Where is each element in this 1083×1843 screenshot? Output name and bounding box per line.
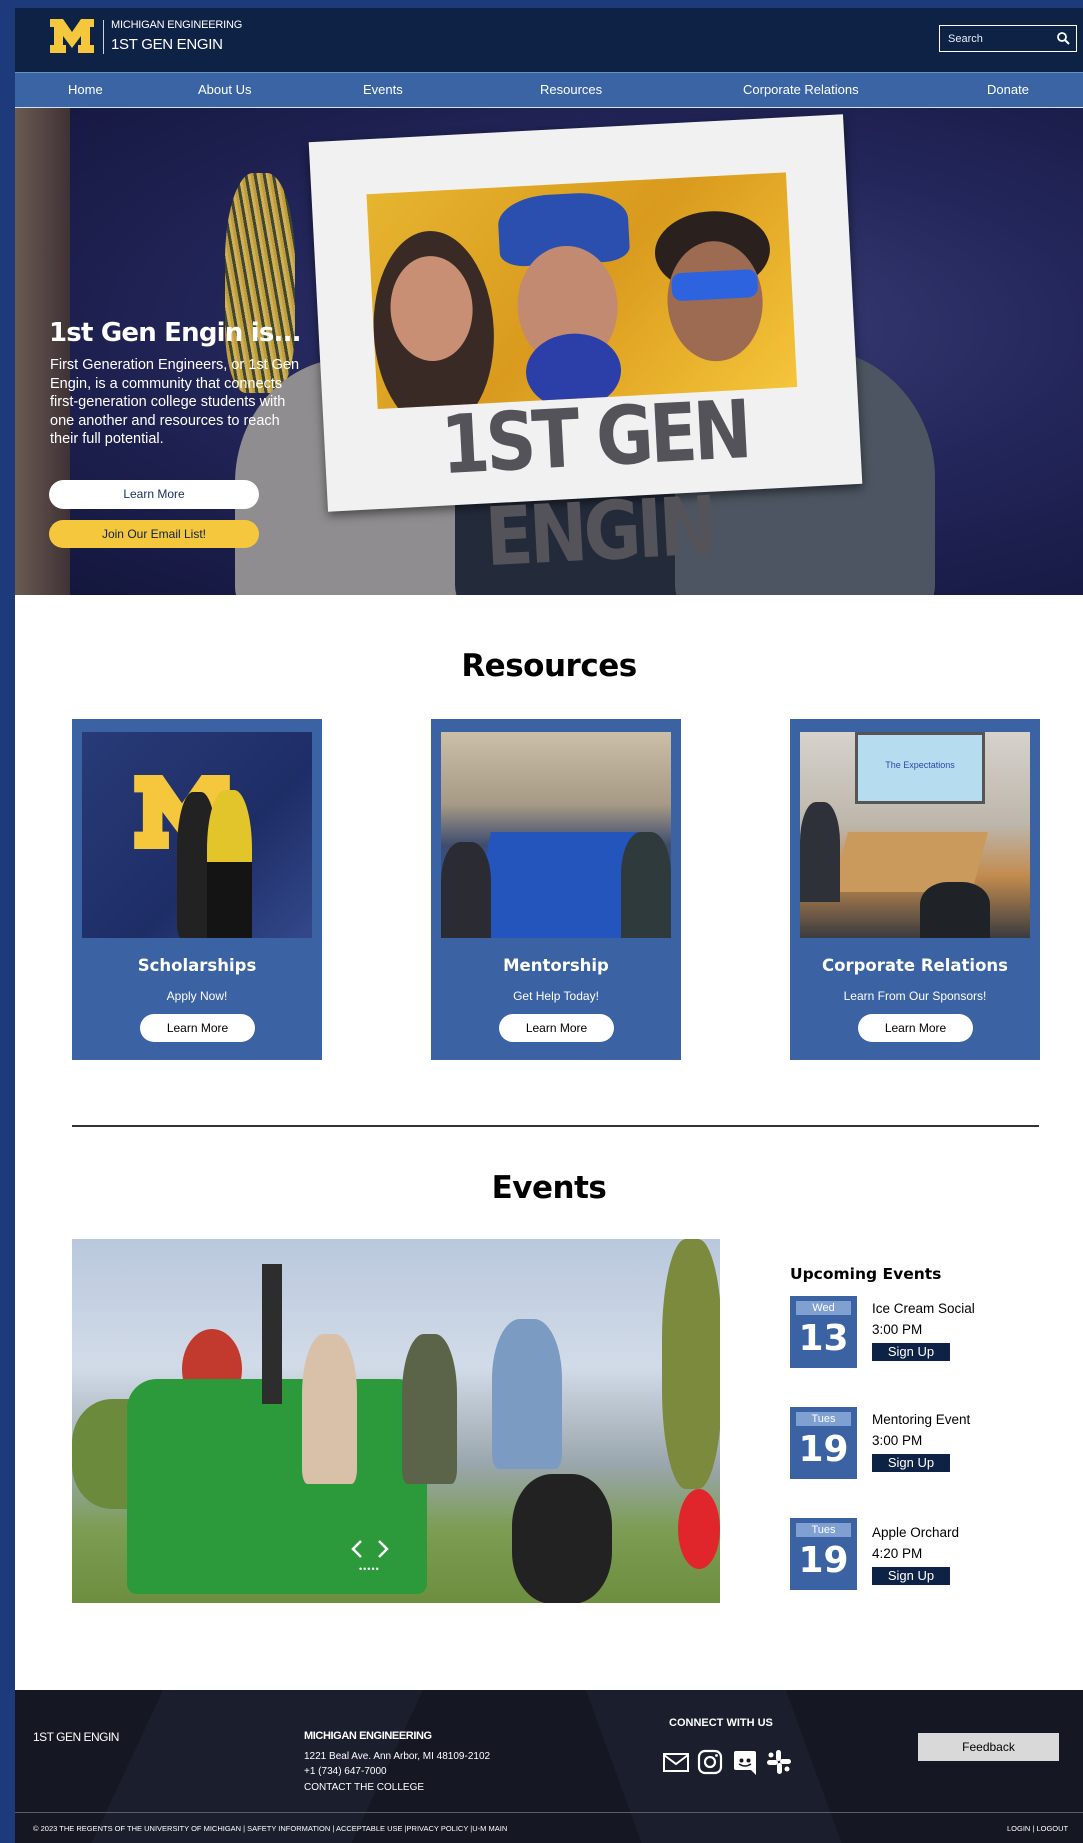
tractor-body — [127, 1379, 427, 1594]
hero-banner: 1ST GEN ENGIN 1st Gen Engin is... First … — [15, 108, 1083, 595]
page: MICHIGAN ENGINEERING 1ST GEN ENGIN Home … — [15, 8, 1083, 1843]
nav-corporate-relations[interactable]: Corporate Relations — [743, 82, 859, 97]
tractor-rear-wheel — [512, 1474, 612, 1603]
card-subtitle: Get Help Today! — [513, 989, 599, 1003]
block-m-logo[interactable] — [49, 18, 95, 54]
frame-prop-text: 1ST GEN ENGIN — [438, 382, 751, 585]
footer-address: 1221 Beal Ave. Ann Arbor, MI 48109-2102 — [304, 1751, 491, 1762]
event-date: 19 — [798, 1540, 849, 1581]
nav-resources[interactable]: Resources — [540, 82, 602, 97]
apple-orchard-sign-up-button[interactable]: Sign Up — [872, 1567, 950, 1585]
nav-donate[interactable]: Donate — [987, 82, 1029, 97]
nav-events[interactable]: Events — [363, 82, 403, 97]
carousel-next-icon[interactable] — [375, 1539, 391, 1559]
instagram-icon[interactable] — [696, 1748, 724, 1776]
student-middle — [402, 1334, 457, 1484]
event-time: 3:00 PM — [872, 1433, 923, 1448]
footer-bg-shape — [88, 1690, 442, 1843]
event-name: Mentoring Event — [872, 1412, 971, 1427]
search-icon[interactable] — [1056, 31, 1070, 45]
logo-text-site: 1ST GEN ENGIN — [111, 36, 223, 53]
mail-icon[interactable] — [662, 1748, 690, 1776]
event-date: 19 — [798, 1429, 849, 1470]
join-email-list-button[interactable]: Join Our Email List! — [49, 520, 259, 548]
footer-rule — [15, 1812, 1083, 1813]
card-subtitle: Learn From Our Sponsors! — [843, 989, 987, 1003]
blue-table — [471, 832, 641, 938]
carousel-dots[interactable]: ••••• — [359, 1564, 380, 1574]
card-title: Mentorship — [503, 956, 609, 975]
attendee-left — [441, 842, 491, 938]
event-time: 3:00 PM — [872, 1322, 923, 1337]
event-day: Wed — [796, 1301, 851, 1315]
top-header: MICHIGAN ENGINEERING 1ST GEN ENGIN — [15, 8, 1083, 72]
event-date-badge: Tues 19 — [790, 1407, 857, 1479]
event-time: 4:20 PM — [872, 1546, 923, 1561]
footer: 1ST GEN ENGIN MICHIGAN ENGINEERING 1221 … — [15, 1690, 1083, 1843]
slack-icon[interactable] — [765, 1748, 793, 1776]
search-input[interactable] — [940, 26, 1052, 51]
carousel-prev-icon[interactable] — [349, 1539, 365, 1559]
footer-phone: +1 (734) 647-7000 — [304, 1766, 387, 1777]
attendee-right — [621, 832, 671, 938]
resources-heading: Resources — [461, 648, 637, 684]
login-logout-links[interactable]: LOGIN | LOGOUT — [1007, 1824, 1068, 1833]
hero-learn-more-button[interactable]: Learn More — [49, 480, 259, 509]
blue-sunglasses — [671, 268, 759, 302]
discord-icon[interactable] — [731, 1748, 759, 1776]
student-left — [302, 1334, 357, 1484]
main-nav: Home About Us Events Resources Corporate… — [15, 72, 1083, 108]
resource-card-scholarships: Scholarships Apply Now! Learn More — [72, 719, 322, 1060]
feedback-button[interactable]: Feedback — [918, 1733, 1059, 1761]
hero-title: 1st Gen Engin is... — [49, 318, 302, 348]
hero-description: First Generation Engineers, or 1st Gen E… — [50, 357, 300, 447]
event-day: Tues — [796, 1523, 851, 1537]
event-date-badge: Wed 13 — [790, 1296, 857, 1368]
section-divider — [72, 1125, 1039, 1127]
event-name: Ice Cream Social — [872, 1301, 975, 1316]
scholarships-photo — [82, 732, 312, 938]
attendee-front — [920, 882, 990, 938]
card-title: Corporate Relations — [822, 956, 1008, 975]
connect-with-us-label: CONNECT WITH US — [669, 1717, 773, 1729]
mentorship-photo — [441, 732, 671, 938]
tree-right — [662, 1239, 720, 1489]
apple-sign — [678, 1489, 720, 1569]
screen-text: The Expectations — [885, 760, 955, 770]
resource-card-mentorship: Mentorship Get Help Today! Learn More — [431, 719, 681, 1060]
logo-divider — [103, 20, 104, 54]
mentoring-event-sign-up-button[interactable]: Sign Up — [872, 1454, 950, 1472]
student-right — [492, 1319, 562, 1469]
ice-cream-social-sign-up-button[interactable]: Sign Up — [872, 1343, 950, 1361]
nav-home[interactable]: Home — [68, 82, 103, 97]
event-date: 13 — [798, 1318, 849, 1359]
photo-frame-prop: 1ST GEN ENGIN — [308, 114, 863, 585]
event-name: Apple Orchard — [872, 1525, 960, 1540]
events-carousel: ••••• — [72, 1239, 720, 1603]
search-box — [939, 25, 1077, 52]
corporate-relations-learn-more-button[interactable]: Learn More — [858, 1014, 973, 1042]
resource-card-corporate-relations: The Expectations Corporate Relations Lea… — [790, 719, 1040, 1060]
logo-text-org: MICHIGAN ENGINEERING — [111, 19, 243, 31]
card-subtitle: Apply Now! — [166, 989, 228, 1003]
upcoming-events-title: Upcoming Events — [790, 1265, 942, 1283]
projector-screen: The Expectations — [855, 732, 985, 804]
footer-brand[interactable]: 1ST GEN ENGIN — [33, 1730, 119, 1744]
event-day: Tues — [796, 1412, 851, 1426]
footer-legal-links[interactable]: © 2023 THE REGENTS OF THE UNIVERSITY OF … — [33, 1824, 507, 1833]
tractor-exhaust — [262, 1264, 282, 1404]
scholarships-learn-more-button[interactable]: Learn More — [140, 1014, 255, 1042]
corporate-relations-photo: The Expectations — [800, 732, 1030, 938]
events-heading: Events — [491, 1170, 607, 1206]
card-title: Scholarships — [137, 956, 257, 975]
mentorship-learn-more-button[interactable]: Learn More — [499, 1014, 614, 1042]
nav-about-us[interactable]: About Us — [198, 82, 251, 97]
student-2-legs — [207, 862, 252, 938]
footer-org: MICHIGAN ENGINEERING — [304, 1730, 432, 1742]
frame-photo-area — [366, 172, 798, 410]
footer-contact-link[interactable]: CONTACT THE COLLEGE — [304, 1782, 424, 1793]
attendee-left — [800, 802, 840, 902]
event-date-badge: Tues 19 — [790, 1518, 857, 1590]
